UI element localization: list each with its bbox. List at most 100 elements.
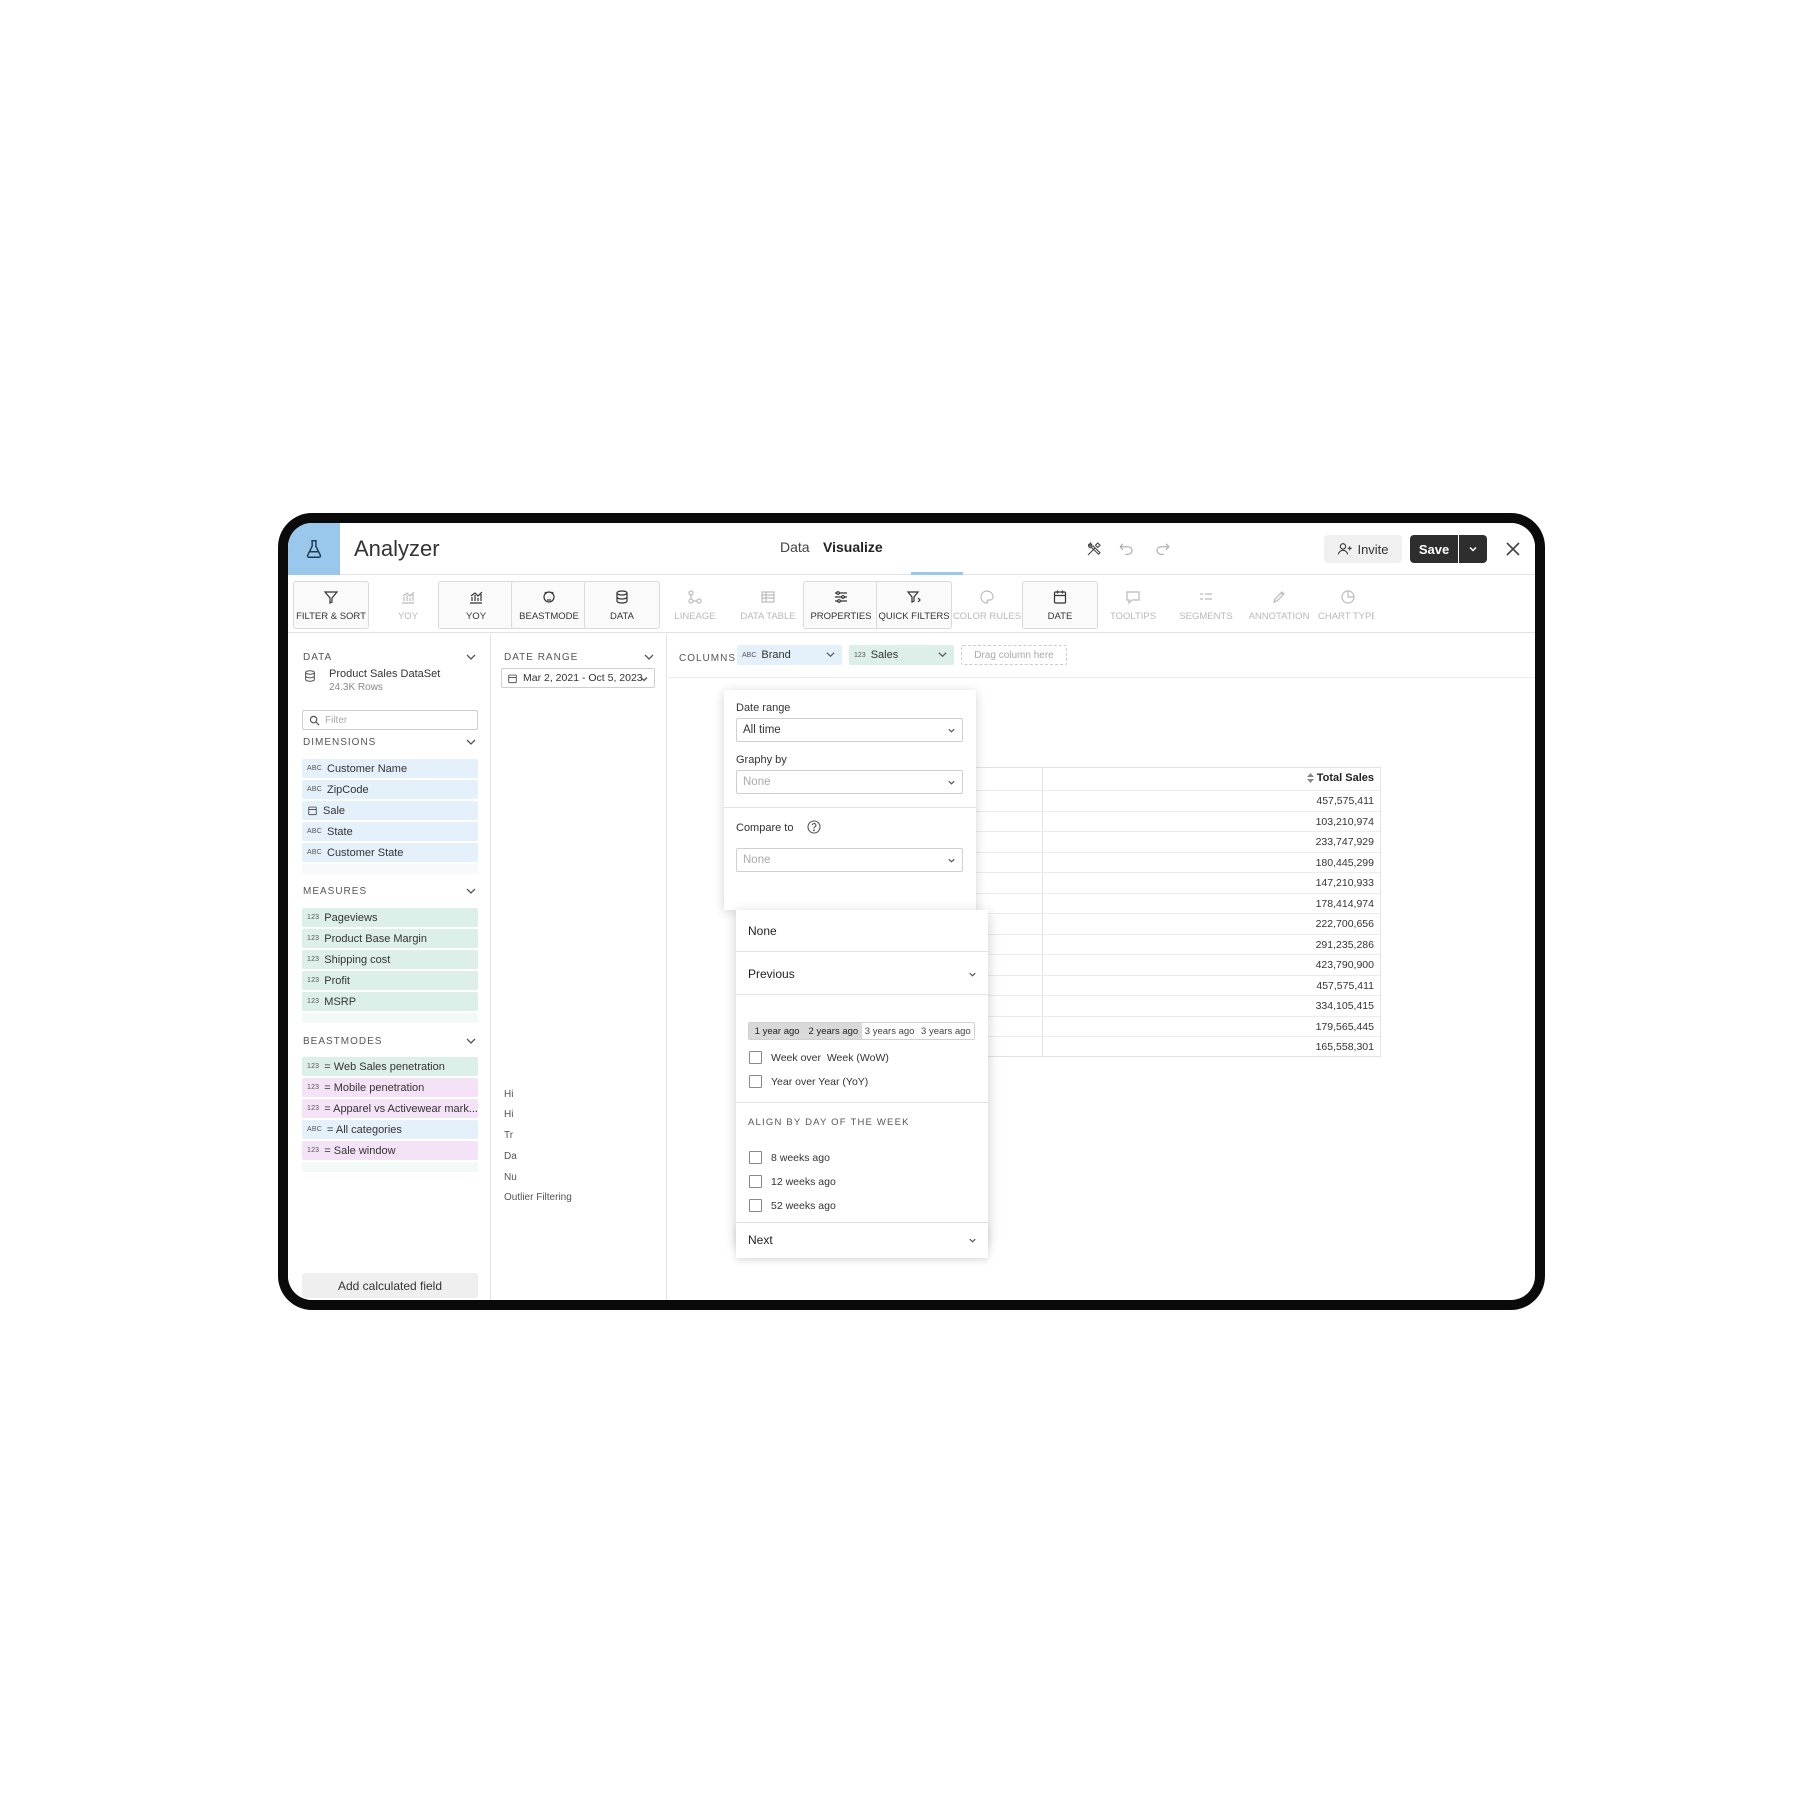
tool-data-table[interactable]: DATA TABLE [730,581,806,629]
dimension-item[interactable]: ABC State [302,822,478,841]
yoy-checkbox[interactable] [749,1075,762,1088]
segment-3-years-ago[interactable]: 3 years ago [918,1023,974,1039]
measure-item[interactable]: 123 Product Base Margin [302,929,478,948]
dimension-item[interactable]: ABC ZipCode [302,780,478,799]
52-weeks-checkbox[interactable] [749,1199,762,1212]
number-type-icon: 123 [307,998,320,1005]
beastmode-item[interactable]: 123 = Apparel vs Activewear mark... [302,1099,478,1118]
tool-date[interactable]: DATE [1022,581,1098,629]
total-sales-cell: 457,575,411 [1316,979,1374,992]
beastmode-item[interactable]: 123 = Sale window [302,1141,478,1160]
measure-item[interactable]: 123 Profit [302,971,478,990]
dimension-item[interactable]: ABC Customer Name [302,759,478,778]
chevron-down-icon[interactable] [465,1035,477,1047]
chevron-down-icon[interactable] [968,970,977,979]
segment-2-years-ago[interactable]: 2 years ago [805,1023,862,1039]
lineage-icon [688,589,702,604]
beastmode-item[interactable]: 123 = Web Sales penetration [302,1057,478,1076]
beastmode-label: = All categories [327,1123,402,1136]
chevron-down-icon[interactable] [465,885,477,897]
flask-logo-icon[interactable] [288,523,340,575]
compare-to-select[interactable]: None [736,848,963,872]
beastmode-item[interactable]: ABC = All categories [302,1120,478,1139]
tool-data[interactable]: DATA [584,581,660,629]
tool-quick-filters[interactable]: QUICK FILTERS [876,581,952,629]
tool-yoy[interactable]: YOY [438,581,514,629]
tool-properties[interactable]: PROPERTIES [803,581,879,629]
pie-icon [1341,589,1355,604]
chevron-down-icon[interactable] [968,1236,977,1245]
measure-item[interactable]: 123 Shipping cost [302,950,478,969]
tool-label: DATA [610,610,634,622]
8-weeks-checkbox[interactable] [749,1151,762,1164]
beastmode-item[interactable]: 123 = Mobile penetration [302,1078,478,1097]
tool-tooltips[interactable]: TOOLTIPS [1095,581,1171,629]
date-range-value: Mar 2, 2021 - Oct 5, 2023 [523,672,643,684]
menu-item-none[interactable]: None [748,924,777,938]
12-weeks-checkbox[interactable] [749,1175,762,1188]
date-range-select[interactable]: All time [736,718,963,742]
columns-label: COLUMNS [679,653,737,664]
total-sales-cell: 103,210,974 [1315,815,1374,828]
save-options-chevron-down-icon[interactable] [1459,535,1487,563]
tool-lineage[interactable]: LINEAGE [657,581,733,629]
data-heading: DATA [303,652,333,663]
column-pill-brand[interactable]: ABC Brand [737,645,842,665]
tool-annotation[interactable]: ANNOTATION [1241,581,1317,629]
measure-item-truncated [302,1013,478,1023]
date-range-label: Date range [736,702,791,714]
menu-item-previous[interactable]: Previous [748,967,795,981]
column-pill-sales[interactable]: 123 Sales [849,645,954,665]
tool-segments[interactable]: SEGMENTS [1168,581,1244,629]
menu-item-next[interactable]: Next [748,1233,773,1247]
tab-visualize[interactable]: Visualize [823,539,883,555]
dimension-item[interactable]: ABC Customer State [302,843,478,862]
tools-icon[interactable] [1082,537,1106,561]
date-range-select[interactable]: Mar 2, 2021 - Oct 5, 2023 [501,668,655,688]
checkbox-row-12-weeks[interactable]: 12 weeks ago [749,1175,836,1188]
segment-3-years-ago[interactable]: 3 years ago [862,1023,918,1039]
date-range-heading: DATE RANGE [504,652,579,663]
add-calculated-field-button[interactable]: Add calculated field [302,1273,478,1298]
tool-label: SEGMENTS [1179,610,1233,622]
checkbox-row-8-weeks[interactable]: 8 weeks ago [749,1151,830,1164]
dimension-item[interactable]: Sale [302,801,478,820]
close-icon[interactable] [1500,536,1526,562]
chart-icon [470,591,483,604]
tool-chart-type[interactable]: CHART TYPE [1314,581,1374,629]
sort-icon[interactable] [1306,773,1314,783]
segment-1-year-ago[interactable]: 1 year ago [749,1023,806,1039]
dataset-name[interactable]: Product Sales DataSet [329,668,440,680]
tool-color-rules[interactable]: COLOR RULES [949,581,1025,629]
tool-beastmode[interactable]: BEASTMODE [511,581,587,629]
checkbox-row-yoy[interactable]: Year over Year (YoY) [749,1075,868,1088]
graph-by-select[interactable]: None [736,770,963,794]
invite-button[interactable]: Invite [1324,535,1402,563]
table-header-total-sales[interactable]: Total Sales [1306,772,1374,784]
chevron-down-icon[interactable] [465,736,477,748]
chevron-down-icon[interactable] [465,651,477,663]
checkbox-row-wow[interactable]: Week over Week (WoW) [749,1051,889,1064]
tool-label: FILTER & SORT [296,610,366,622]
menu-item-next-row[interactable]: Next [736,1223,988,1258]
save-button[interactable]: Save [1410,535,1458,563]
drag-column-dropzone[interactable]: Drag column here [961,645,1067,665]
help-icon[interactable] [807,820,821,834]
tool-filter-sort[interactable]: FILTER & SORT [293,581,369,629]
divider [736,951,988,952]
field-filter-input[interactable]: Filter [302,710,478,730]
palette-icon [980,589,994,604]
quick-filter-icon [906,590,921,603]
tab-data[interactable]: Data [780,539,810,555]
period-segmented-control: 1 year ago 2 years ago 3 years ago 3 yea… [748,1022,975,1040]
undo-icon[interactable] [1114,537,1138,561]
redo-icon[interactable] [1151,537,1175,561]
measure-item[interactable]: 123 MSRP [302,992,478,1011]
abc-type-icon: ABC [307,786,322,793]
wow-checkbox[interactable] [749,1051,762,1064]
checkbox-label: Week over Week (WoW) [771,1051,889,1064]
measure-item[interactable]: 123 Pageviews [302,908,478,927]
checkbox-row-52-weeks[interactable]: 52 weeks ago [749,1199,836,1212]
tool-yoy-disabled[interactable]: YOY [370,581,446,629]
chevron-down-icon[interactable] [643,651,655,663]
